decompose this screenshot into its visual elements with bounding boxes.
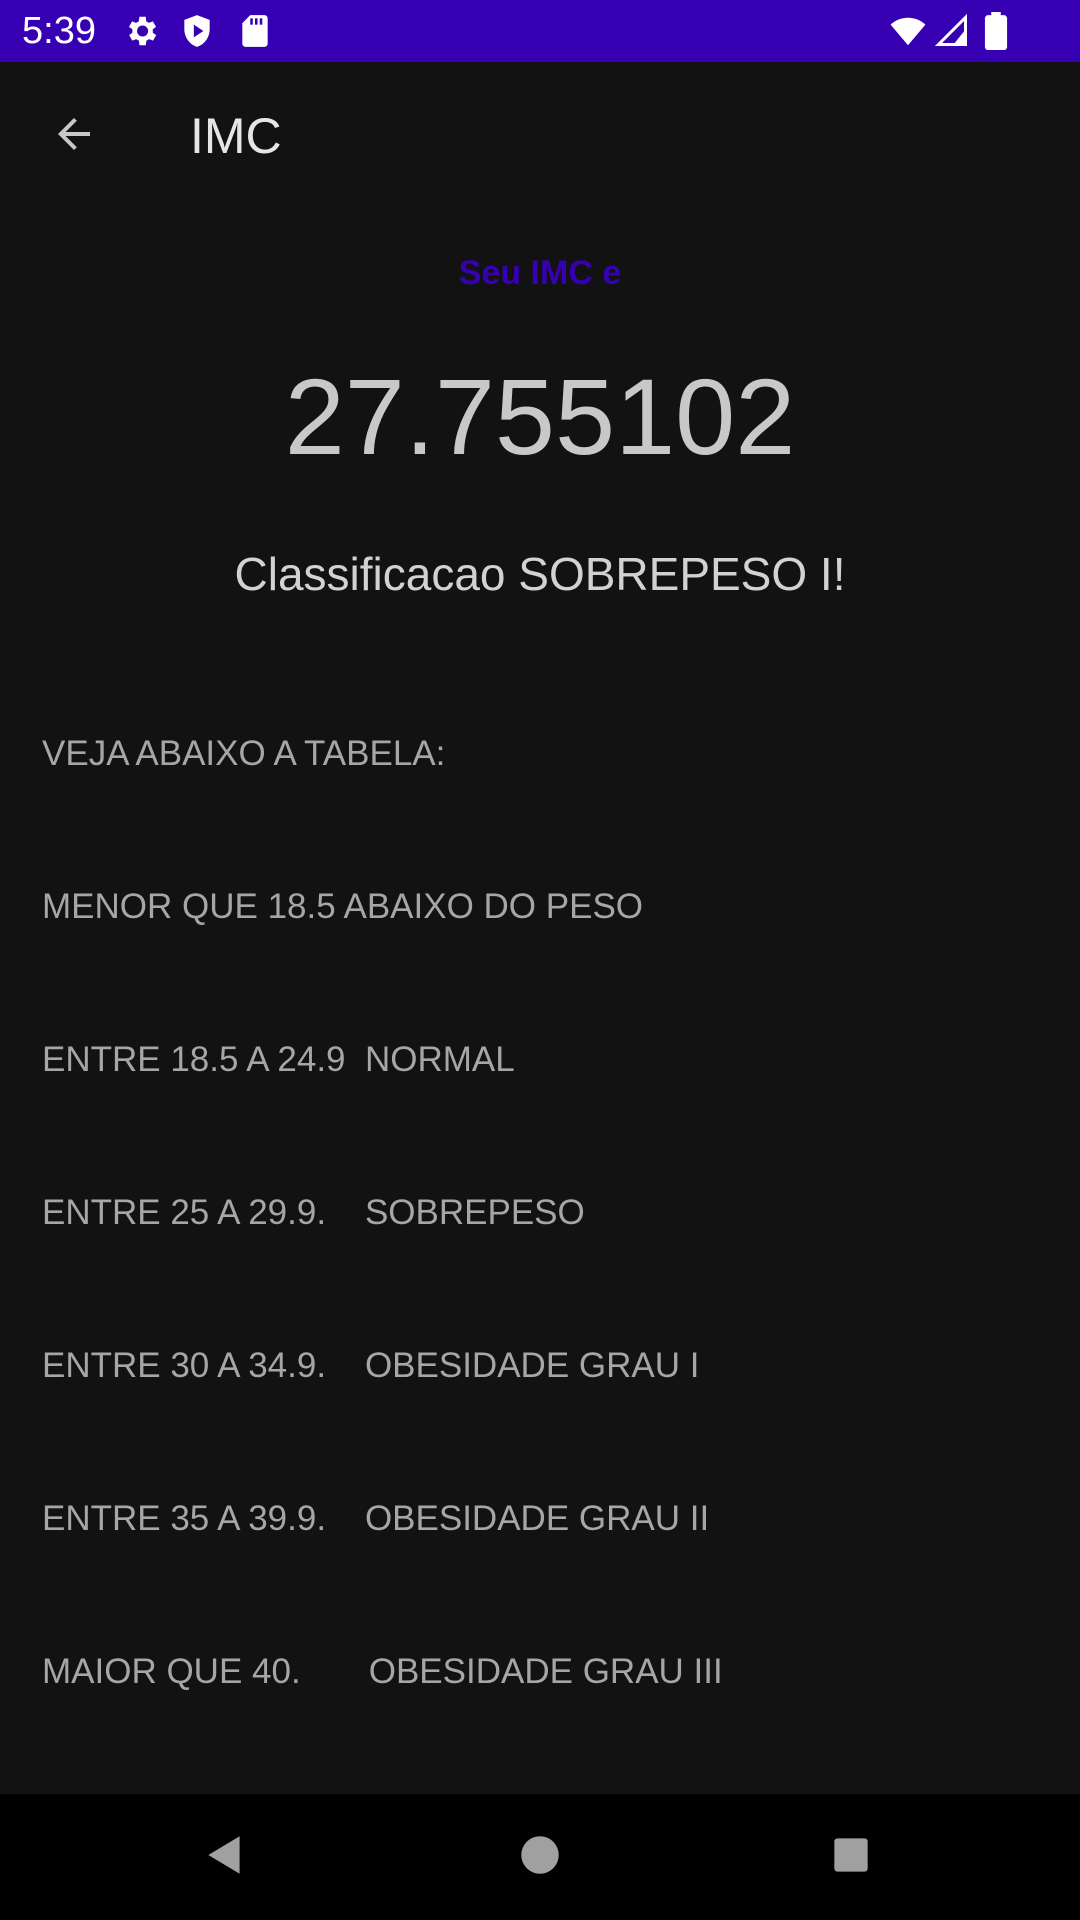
nav-home-button[interactable] — [507, 1824, 573, 1890]
status-time: 5:39 — [22, 10, 96, 52]
settings-icon — [122, 12, 160, 55]
table-line: ENTRE 18.5 A 24.9 NORMAL — [42, 1040, 515, 1079]
table-line: ENTRE 35 A 39.9. OBESIDADE GRAU II — [42, 1499, 710, 1538]
home-circle-icon — [515, 1830, 565, 1885]
result-subtitle: Seu IMC e — [458, 254, 622, 292]
table-line: MAIOR QUE 40. OBESIDADE GRAU III — [42, 1652, 723, 1691]
table-line: ENTRE 30 A 34.9. OBESIDADE GRAU I — [42, 1346, 700, 1385]
table-line: MENOR QUE 18.5 ABAIXO DO PESO — [42, 887, 644, 926]
page-title: IMC — [190, 108, 282, 164]
signal-icon — [934, 12, 970, 55]
reference-table: VEJA ABAIXO A TABELA: MENOR QUE 18.5 ABA… — [42, 626, 723, 1799]
battery-icon — [982, 12, 1010, 55]
imc-value: 27.755102 — [284, 356, 796, 477]
status-bar: 5:39 — [0, 0, 1080, 62]
back-triangle-icon — [200, 1830, 250, 1885]
classification-text: Classificacao SOBREPESO I! — [234, 548, 846, 600]
recents-square-icon — [826, 1830, 876, 1885]
table-line: ENTRE 25 A 29.9. SOBREPESO — [42, 1193, 585, 1232]
nav-back-button[interactable] — [192, 1824, 258, 1890]
sd-card-icon — [236, 12, 274, 55]
back-button[interactable] — [40, 102, 108, 170]
shield-play-icon — [178, 12, 216, 55]
wifi-icon — [888, 12, 928, 55]
app-bar: IMC — [0, 62, 1080, 212]
system-nav-bar — [0, 1794, 1080, 1920]
table-line: VEJA ABAIXO A TABELA: — [42, 734, 446, 773]
arrow-back-icon — [50, 110, 98, 163]
nav-recents-button[interactable] — [818, 1824, 884, 1890]
